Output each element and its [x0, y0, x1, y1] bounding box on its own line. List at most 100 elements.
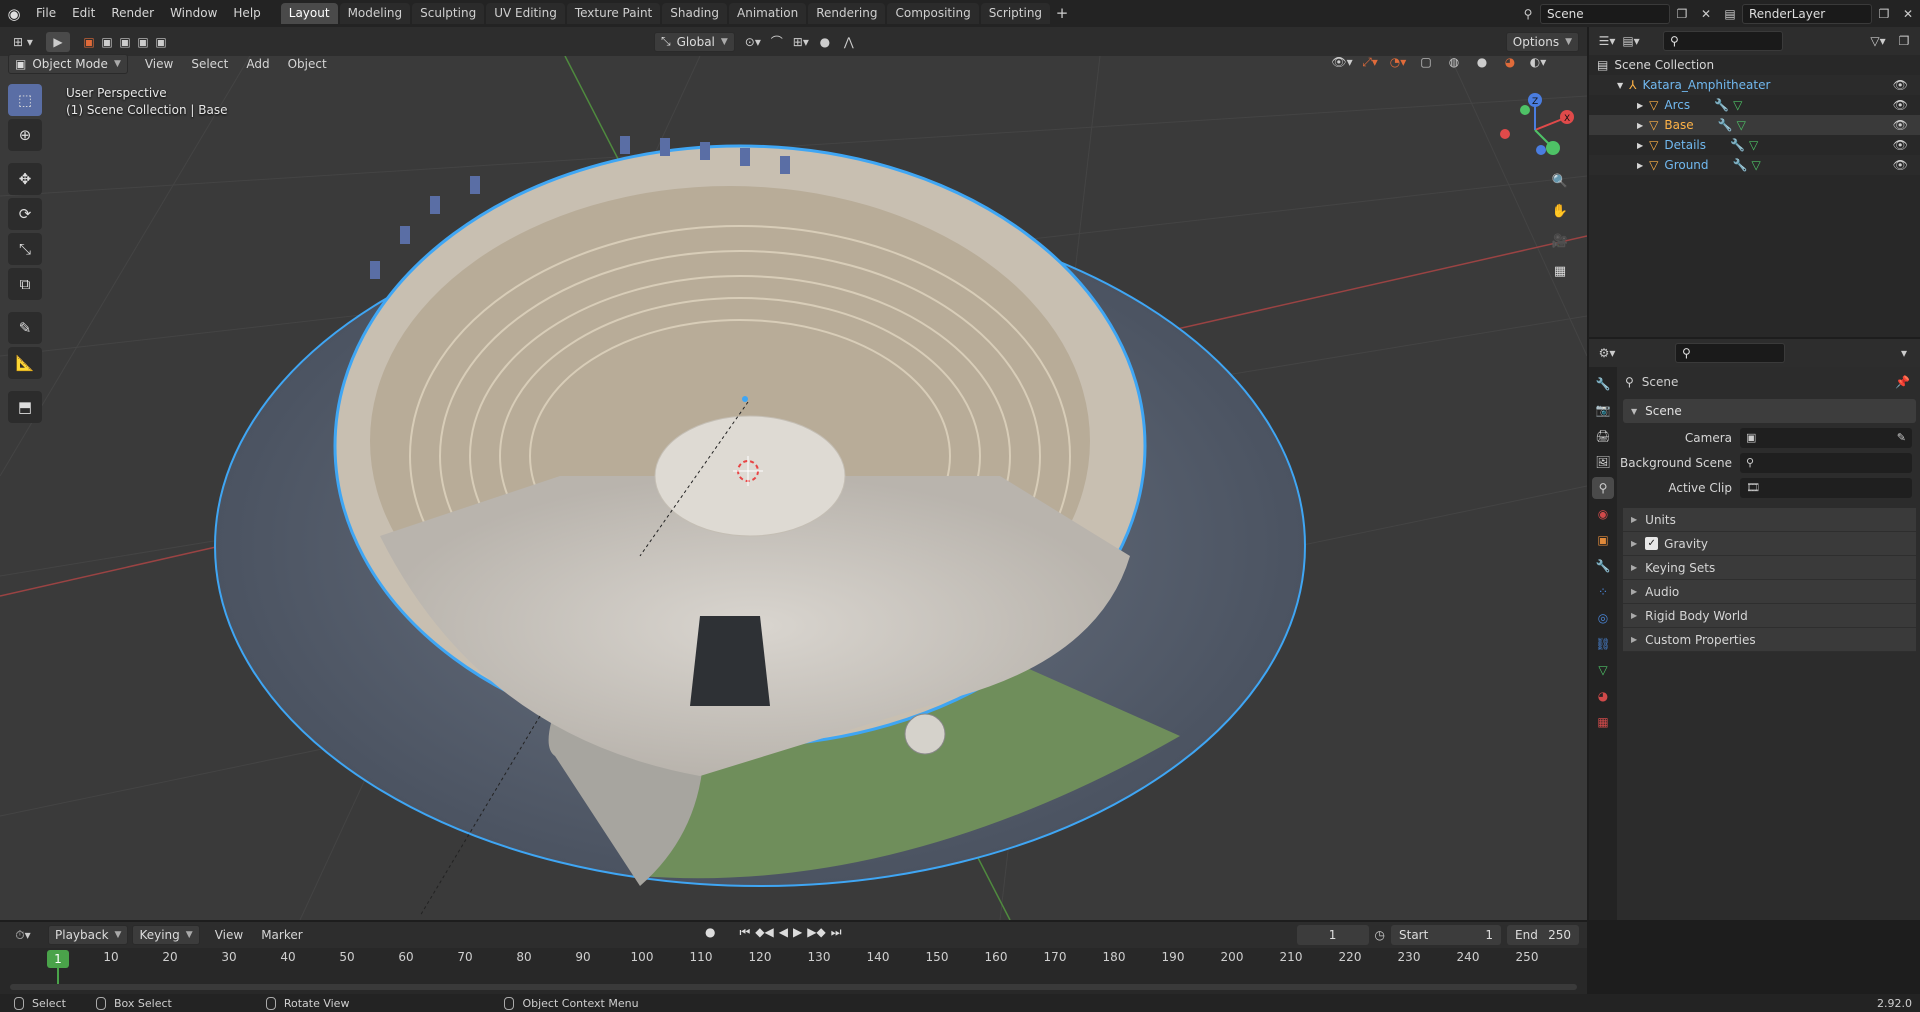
scene-name-field[interactable]: Scene — [1540, 3, 1670, 24]
menu-window[interactable]: Window — [162, 0, 225, 27]
play-reverse-icon[interactable]: ◀ — [779, 925, 788, 940]
timeline-menu-view[interactable]: View — [206, 928, 252, 942]
transform-tool-icon[interactable]: ⧉ — [8, 268, 42, 300]
tree-row-details[interactable]: ▶ ▽ Details 🔧 ▽ 👁 — [1589, 135, 1920, 155]
scene-panel-header[interactable]: ▼ Scene — [1623, 399, 1916, 423]
select-invert-icon[interactable]: ▣ — [134, 32, 152, 52]
menu-edit[interactable]: Edit — [64, 0, 103, 27]
select-subtract-icon[interactable]: ▣ — [116, 32, 134, 52]
tab-scripting[interactable]: Scripting — [980, 3, 1051, 24]
y-axis-handle[interactable] — [1546, 141, 1560, 155]
visibility-eye-icon[interactable]: 👁 — [1893, 118, 1908, 132]
scene-selector-icon[interactable]: ⚲ — [1516, 4, 1540, 24]
select-extend-icon[interactable]: ▣ — [98, 32, 116, 52]
move-tool-icon[interactable]: ✥ — [8, 163, 42, 195]
menu-view[interactable]: View — [136, 57, 182, 71]
view-layer-selector-icon[interactable]: ▤ — [1718, 4, 1742, 24]
physics-tab-icon[interactable]: ◎ — [1592, 607, 1614, 629]
tab-animation[interactable]: Animation — [729, 3, 807, 24]
background-scene-field[interactable]: ⚲ — [1740, 452, 1912, 473]
next-keyframe-icon[interactable]: ▶◆ — [807, 925, 825, 940]
ortho-grid-icon[interactable]: ▦ — [1547, 258, 1573, 284]
delete-view-layer-icon[interactable]: ✕ — [1896, 4, 1920, 24]
visibility-eye-icon[interactable]: 👁 — [1893, 98, 1908, 112]
particles-tab-icon[interactable]: ⁘ — [1592, 581, 1614, 603]
options-dropdown[interactable]: Options ▼ — [1505, 31, 1579, 52]
neg-z-axis-handle[interactable] — [1536, 145, 1546, 155]
select-intersect-icon[interactable]: ▣ — [152, 32, 170, 52]
select-new-icon[interactable]: ▣ — [80, 32, 98, 52]
clock-icon[interactable]: ◷ — [1375, 928, 1385, 942]
add-cube-tool-icon[interactable]: ⬒ — [8, 391, 42, 423]
tree-row-katara-amphitheater[interactable]: ▼ ⅄ Katara_Amphitheater 👁 — [1589, 75, 1920, 95]
properties-options-icon[interactable]: ▾ — [1892, 343, 1916, 363]
new-scene-icon[interactable]: ❐ — [1670, 4, 1694, 24]
data-tab-icon[interactable]: ▽ — [1592, 659, 1614, 681]
scale-tool-icon[interactable]: ⤡ — [8, 233, 42, 265]
gravity-panel[interactable]: ▶ ✓ Gravity — [1623, 532, 1916, 556]
snap-target-icon[interactable]: ⊞▾ — [789, 32, 813, 52]
start-frame-field[interactable]: Start 1 — [1391, 925, 1501, 945]
texture-tab-icon[interactable]: ▦ — [1592, 711, 1614, 733]
timeline-menu-marker[interactable]: Marker — [252, 928, 311, 942]
units-panel[interactable]: ▶ Units — [1623, 508, 1916, 532]
falloff-icon[interactable]: ⋀ — [837, 32, 861, 52]
neg-y-axis-handle[interactable] — [1520, 105, 1530, 115]
tab-shading[interactable]: Shading — [662, 3, 727, 24]
keying-sets-panel[interactable]: ▶ Keying Sets — [1623, 556, 1916, 580]
tree-row-ground[interactable]: ▶ ▽ Ground 🔧 ▽ 👁 — [1589, 155, 1920, 175]
rigid-body-world-panel[interactable]: ▶ Rigid Body World — [1623, 604, 1916, 628]
pivot-point-icon[interactable]: ⊙▾ — [741, 32, 765, 52]
annotate-tool-icon[interactable]: ✎ — [8, 312, 42, 344]
filter-icon[interactable]: ▽▾ — [1866, 31, 1890, 51]
keying-dropdown[interactable]: Keying ▼ — [132, 925, 200, 945]
blender-logo-icon[interactable]: ◉ — [0, 0, 28, 27]
jump-start-icon[interactable]: ⏮ — [739, 925, 750, 940]
custom-properties-panel[interactable]: ▶ Custom Properties — [1623, 628, 1916, 652]
tab-uv-editing[interactable]: UV Editing — [486, 3, 565, 24]
record-icon[interactable]: ● — [705, 925, 715, 940]
camera-view-icon[interactable]: 🎥 — [1547, 228, 1573, 254]
render-tab-icon[interactable]: 📷 — [1592, 399, 1614, 421]
properties-editor-icon[interactable]: ⚙▾ — [1595, 343, 1619, 363]
proportional-edit-icon[interactable]: ● — [813, 32, 837, 52]
output-tab-icon[interactable]: 🖨 — [1592, 425, 1614, 447]
tab-layout[interactable]: Layout — [280, 3, 338, 24]
tree-row-scene-collection[interactable]: ▤ Scene Collection — [1589, 55, 1920, 75]
view-layer-field[interactable]: RenderLayer — [1742, 3, 1872, 24]
menu-help[interactable]: Help — [225, 0, 268, 27]
properties-search-input[interactable]: ⚲ — [1675, 343, 1785, 363]
zoom-icon[interactable]: 🔍 — [1547, 168, 1573, 194]
amphitheater-model[interactable] — [214, 136, 1306, 917]
constraints-tab-icon[interactable]: ⛓ — [1592, 633, 1614, 655]
camera-field[interactable]: ▣ ✎ — [1740, 427, 1912, 448]
visibility-eye-icon[interactable]: 👁 — [1893, 138, 1908, 152]
select-box-tool-icon[interactable]: ⬚ — [8, 84, 42, 116]
end-frame-field[interactable]: End 250 — [1507, 925, 1579, 945]
tab-texture-paint[interactable]: Texture Paint — [566, 3, 661, 24]
outliner-search-input[interactable]: ⚲ — [1663, 31, 1783, 51]
active-clip-field[interactable]: 🎞 — [1740, 477, 1912, 498]
modifier-tab-icon[interactable]: 🔧 — [1592, 555, 1614, 577]
menu-file[interactable]: File — [28, 0, 64, 27]
snap-icon[interactable]: ⌒ — [765, 32, 789, 52]
timeline[interactable]: 1 10 20 30 40 50 60 70 80 90 100 110 120 130 140 150 16… — [0, 948, 1587, 994]
prev-keyframe-icon[interactable]: ◆◀ — [755, 925, 773, 940]
audio-panel[interactable]: ▶ Audio — [1623, 580, 1916, 604]
pin-icon[interactable]: 📌 — [1895, 375, 1910, 389]
playhead[interactable]: 1 — [47, 950, 69, 968]
object-origin[interactable] — [742, 396, 748, 402]
neg-x-axis-handle[interactable] — [1500, 129, 1510, 139]
object-tab-icon[interactable]: ▣ — [1592, 529, 1614, 551]
menu-object[interactable]: Object — [279, 57, 336, 71]
new-collection-icon[interactable]: ❐ — [1892, 31, 1916, 51]
add-workspace-button[interactable]: + — [1052, 3, 1072, 24]
view-layer-tab-icon[interactable]: 🖼 — [1592, 451, 1614, 473]
tool-tab-icon[interactable]: 🔧 — [1592, 373, 1614, 395]
visibility-eye-icon[interactable]: 👁 — [1893, 158, 1908, 172]
visibility-eye-icon[interactable]: 👁 — [1893, 78, 1908, 92]
play-icon[interactable]: ▶ — [793, 925, 802, 940]
current-frame-field[interactable]: 1 — [1296, 925, 1369, 945]
delete-scene-icon[interactable]: ✕ — [1694, 4, 1718, 24]
outliner-editor-icon[interactable]: ☰▾ — [1595, 31, 1619, 51]
